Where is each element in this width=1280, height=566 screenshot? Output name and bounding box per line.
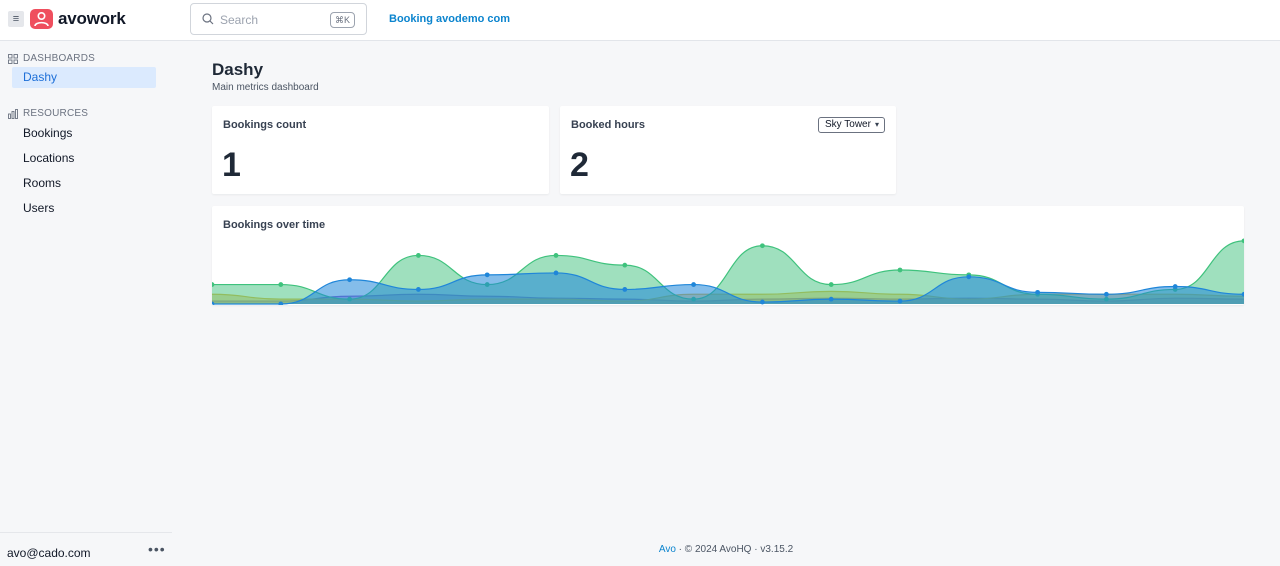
dashboards-title-label: DASHBOARDS — [23, 53, 96, 64]
location-select-value: Sky Tower — [825, 119, 871, 130]
sidebar-item-locations[interactable]: Locations — [12, 148, 156, 169]
series-1-point-4[interactable] — [484, 272, 490, 278]
series-1-point-8[interactable] — [760, 299, 765, 305]
resources-title-label: RESOURCES — [23, 108, 89, 119]
more-options-icon[interactable]: ••• — [148, 541, 166, 557]
app-logo[interactable]: avowork — [30, 9, 126, 29]
sidebar-item-users[interactable]: Users — [12, 198, 156, 219]
series-1-point-14[interactable] — [1172, 284, 1178, 289]
app-name: avowork — [58, 9, 126, 28]
series-0-point-10[interactable] — [897, 267, 903, 273]
grid-icon — [8, 53, 18, 64]
menu-icon[interactable]: ≡ — [8, 11, 24, 27]
booked-hours-card: Booked hours 2 Sky Tower ▾ — [560, 106, 896, 194]
dashboards-section-title: DASHBOARDS — [8, 53, 95, 64]
series-1-point-10[interactable] — [897, 298, 903, 304]
series-1-point-11[interactable] — [966, 274, 972, 280]
sidebar-divider — [0, 532, 172, 533]
search-input[interactable]: Search ⌘K — [190, 3, 367, 35]
series-1-point-2[interactable] — [347, 277, 352, 283]
sidebar-item-bookings[interactable]: Bookings — [12, 123, 156, 144]
booked-hours-value: 2 — [570, 146, 589, 184]
series-0-point-5[interactable] — [553, 253, 559, 258]
footer-avo-link[interactable]: Avo — [659, 544, 676, 555]
series-1-point-6[interactable] — [622, 287, 628, 292]
series-0-point-3[interactable] — [416, 253, 421, 258]
page-subtitle: Main metrics dashboard — [212, 82, 319, 93]
page-title: Dashy — [212, 60, 264, 79]
search-icon — [202, 13, 214, 25]
series-1-point-12[interactable] — [1035, 289, 1040, 295]
series-0-point-6[interactable] — [622, 262, 628, 268]
bookings-count-value: 1 — [222, 146, 241, 184]
sidebar: DASHBOARDS Dashy RESOURCES Bookings Loca… — [0, 41, 172, 566]
search-shortcut: ⌘K — [330, 12, 355, 28]
series-0-point-1[interactable] — [278, 282, 284, 287]
series-1-point-3[interactable] — [416, 287, 421, 292]
sidebar-item-rooms[interactable]: Rooms — [12, 173, 156, 194]
bookings-count-card: Bookings count 1 — [212, 106, 549, 194]
chevron-down-icon: ▾ — [874, 120, 879, 129]
bookings-over-time-card: Bookings over time — [212, 206, 1244, 305]
header-booking-link[interactable]: Booking avodemo com — [389, 13, 510, 25]
series-1-point-9[interactable] — [828, 296, 834, 302]
location-select[interactable]: Sky Tower ▾ — [818, 117, 885, 133]
bookings-count-title: Bookings count — [223, 119, 307, 131]
series-0-point-8[interactable] — [760, 243, 765, 249]
series-1-point-7[interactable] — [691, 282, 696, 287]
user-email[interactable]: avo@cado.com — [7, 546, 91, 560]
bar-chart-icon — [8, 108, 18, 119]
footer-text: · © 2024 AvoHQ · v3.15.2 — [675, 544, 794, 555]
top-header: ≡ avowork Search ⌘K Booking avodemo com — [0, 0, 1280, 41]
series-1-point-5[interactable] — [553, 270, 559, 276]
search-placeholder: Search — [220, 13, 259, 27]
bookings-over-time-title: Bookings over time — [223, 219, 326, 231]
series-1-point-13[interactable] — [1104, 291, 1109, 297]
bookings-over-time-chart — [212, 238, 1244, 305]
resources-section-title: RESOURCES — [8, 108, 88, 119]
logo-mark-icon — [30, 9, 53, 29]
footer: Avo · © 2024 AvoHQ · v3.15.2 — [172, 544, 1280, 555]
series-0-point-9[interactable] — [828, 282, 834, 287]
sidebar-item-dashy[interactable]: Dashy — [12, 67, 156, 88]
booked-hours-title: Booked hours — [571, 119, 645, 131]
